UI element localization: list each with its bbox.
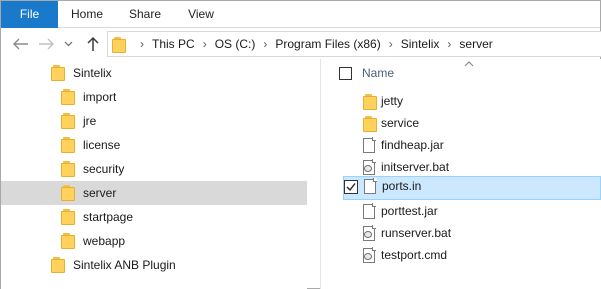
sort-ascending-icon	[464, 61, 474, 67]
file-row-service[interactable]: service	[321, 113, 601, 135]
tree-item-webapp[interactable]: webapp	[61, 229, 125, 253]
tree-item-label: Sintelix	[73, 66, 112, 80]
tree-item-jre[interactable]: jre	[61, 109, 96, 133]
explorer-window: File Home Share View › This PC › OS (C:)…	[0, 0, 601, 289]
column-header-name[interactable]: Name	[362, 66, 394, 80]
folder-icon	[112, 37, 126, 53]
file-name: porttest.jar	[381, 204, 438, 218]
navigation-pane: Sintelix import jre license security ser…	[1, 59, 307, 289]
tab-home[interactable]: Home	[58, 1, 116, 28]
folder-icon	[51, 65, 65, 81]
chevron-right-icon[interactable]: ›	[447, 37, 451, 51]
file-row-runserver[interactable]: runserver.bat	[321, 223, 601, 245]
back-button[interactable]	[9, 33, 33, 55]
crumb-server[interactable]: server	[459, 37, 492, 51]
crumb-os-c[interactable]: OS (C:)	[215, 37, 256, 51]
batch-file-icon	[363, 159, 376, 175]
breadcrumb: › This PC › OS (C:) › Program Files (x86…	[132, 32, 493, 56]
tree-item-label: webapp	[83, 234, 126, 248]
tree-item-security[interactable]: security	[61, 157, 124, 181]
tree-item-label: jre	[83, 114, 97, 128]
select-all-checkbox[interactable]	[339, 67, 352, 80]
folder-icon	[51, 257, 65, 273]
tree-item-label: license	[83, 138, 121, 152]
chevron-down-icon	[64, 41, 72, 47]
file-row-jetty[interactable]: jetty	[321, 91, 601, 113]
file-row-findheap[interactable]: findheap.jar	[321, 135, 601, 157]
tab-file[interactable]: File	[1, 1, 58, 28]
arrow-up-icon	[87, 36, 99, 51]
column-header-row: Name	[321, 59, 601, 89]
folder-icon	[61, 209, 75, 225]
file-name: jetty	[381, 94, 404, 108]
file-name: service	[381, 116, 420, 130]
ribbon-tab-bar: File Home Share View	[1, 1, 600, 28]
file-row-ports-in[interactable]: ports.in	[343, 176, 601, 200]
folder-icon	[61, 161, 75, 177]
recent-locations-button[interactable]	[61, 33, 75, 55]
tree-item-label: Sintelix ANB Plugin	[73, 258, 176, 272]
folder-icon	[61, 89, 75, 105]
file-icon	[363, 137, 376, 153]
file-icon	[364, 178, 377, 194]
folder-icon	[61, 137, 75, 153]
arrow-right-icon	[39, 38, 54, 50]
tree-item-server[interactable]: server	[1, 181, 307, 205]
folder-icon	[61, 185, 75, 201]
tree-item-license[interactable]: license	[61, 133, 120, 157]
folder-icon	[363, 116, 377, 132]
tab-view[interactable]: View	[174, 1, 228, 28]
file-row-porttest[interactable]: porttest.jar	[321, 201, 601, 223]
folder-icon	[61, 233, 75, 249]
crumb-sintelix[interactable]: Sintelix	[401, 37, 440, 51]
tree-item-label: import	[83, 90, 117, 104]
chevron-right-icon[interactable]: ›	[389, 37, 393, 51]
up-button[interactable]	[81, 33, 105, 55]
file-list-pane: Name jetty service findheap.jar initserv…	[321, 59, 601, 289]
tree-item-label: server	[83, 186, 117, 200]
chevron-right-icon[interactable]: ›	[203, 37, 207, 51]
chevron-right-icon: ›	[140, 37, 144, 51]
crumb-this-pc[interactable]: This PC	[152, 37, 195, 51]
crumb-program-files[interactable]: Program Files (x86)	[275, 37, 380, 51]
forward-button[interactable]	[35, 33, 57, 55]
file-name: testport.cmd	[381, 248, 448, 262]
tree-item-sintelix-anb-plugin[interactable]: Sintelix ANB Plugin	[51, 253, 176, 277]
folder-icon	[363, 94, 377, 110]
file-name: initserver.bat	[381, 160, 450, 174]
file-name: runserver.bat	[381, 226, 452, 240]
item-checkbox-checked[interactable]	[344, 180, 358, 194]
tree-item-import[interactable]: import	[61, 85, 116, 109]
navigation-bar: › This PC › OS (C:) › Program Files (x86…	[1, 29, 601, 59]
tree-item-sintelix[interactable]: Sintelix	[51, 61, 112, 85]
file-name: ports.in	[382, 179, 422, 193]
folder-icon	[61, 113, 75, 129]
tab-share[interactable]: Share	[116, 1, 174, 28]
file-name: findheap.jar	[381, 138, 444, 152]
batch-file-icon	[363, 247, 376, 263]
file-icon	[363, 203, 376, 219]
tree-item-startpage[interactable]: startpage	[61, 205, 133, 229]
tree-item-label: startpage	[83, 210, 134, 224]
chevron-right-icon[interactable]: ›	[263, 37, 267, 51]
arrow-left-icon	[13, 38, 28, 50]
address-bar[interactable]: › This PC › OS (C:) › Program Files (x86…	[107, 31, 601, 57]
batch-file-icon	[363, 225, 376, 241]
file-row-testport[interactable]: testport.cmd	[321, 245, 601, 267]
tree-item-label: security	[83, 162, 125, 176]
